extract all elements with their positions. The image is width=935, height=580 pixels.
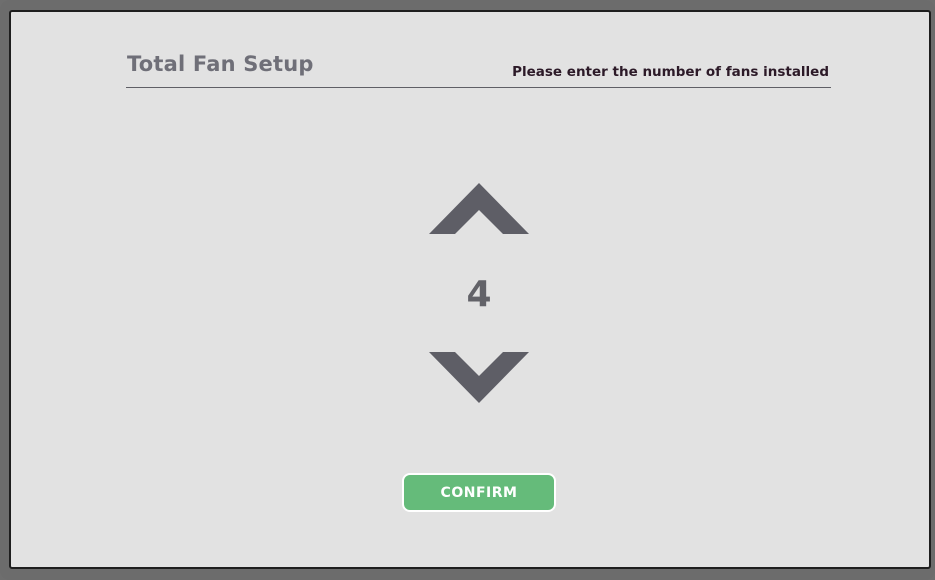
increment-button[interactable] <box>429 182 529 234</box>
page-title: Total Fan Setup <box>127 52 314 76</box>
confirm-button[interactable]: CONFIRM <box>402 473 556 512</box>
fan-count-value: 4 <box>466 274 492 315</box>
chevron-up-icon <box>429 182 529 234</box>
decrement-button[interactable] <box>429 352 529 404</box>
chevron-down-icon <box>429 352 529 404</box>
device-bezel: Total Fan Setup Please enter the number … <box>0 0 935 580</box>
setup-screen: Total Fan Setup Please enter the number … <box>9 10 931 569</box>
header-divider <box>126 87 831 88</box>
instruction-text: Please enter the number of fans installe… <box>512 64 829 80</box>
